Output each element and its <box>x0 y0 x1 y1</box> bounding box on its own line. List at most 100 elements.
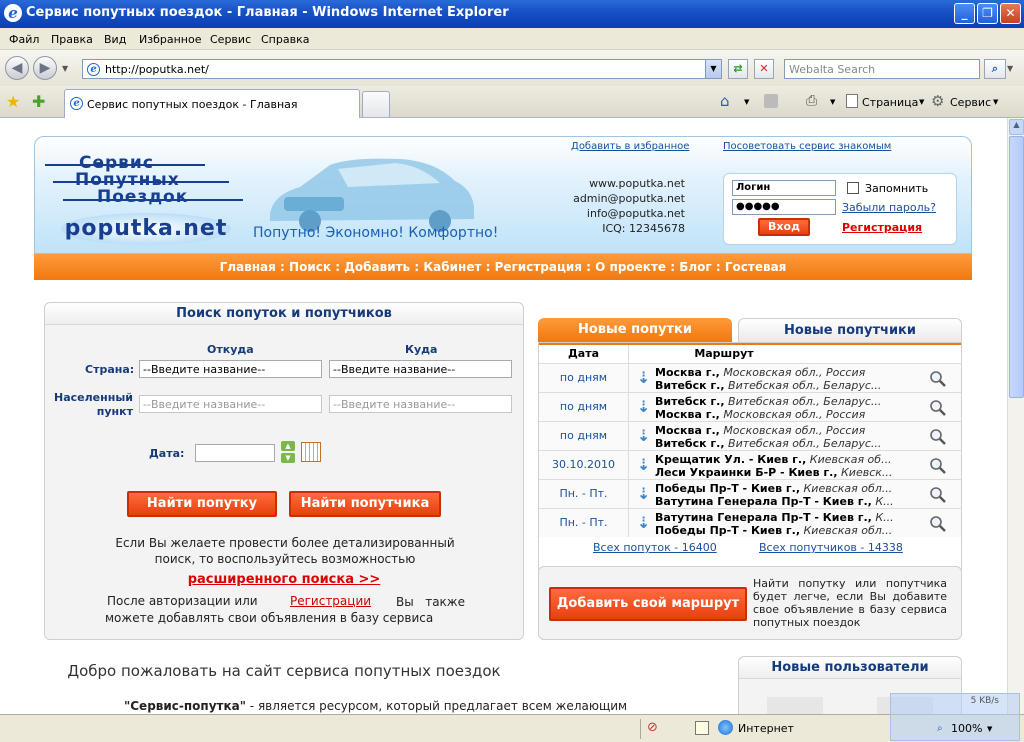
page-menu[interactable]: Страница <box>862 96 918 109</box>
ride-route[interactable]: Москва г., Московская обл., Россия Витебс… <box>655 366 929 392</box>
refresh-icon[interactable]: ⇄ <box>728 59 748 79</box>
ride-route[interactable]: Москва г., Московская обл., Россия Витебс… <box>655 424 929 450</box>
ride-route[interactable]: Витебск г., Витебская обл., Беларус... Мо… <box>655 395 929 421</box>
recommend-link[interactable]: Посоветовать сервис знакомым <box>723 141 891 152</box>
maximize-button[interactable]: ❐ <box>977 3 998 24</box>
menu-view[interactable]: Вид <box>104 33 126 46</box>
home-icon[interactable]: ⌂ <box>720 92 730 110</box>
vertical-scrollbar[interactable]: ▲ <box>1007 118 1024 714</box>
close-button[interactable]: ✕ <box>1000 3 1021 24</box>
calendar-icon[interactable] <box>301 442 321 462</box>
print-icon[interactable]: ⎙ <box>806 93 817 109</box>
magnifier-icon[interactable] <box>929 457 947 475</box>
search-options-icon[interactable]: ▼ <box>1007 64 1013 73</box>
date-down-icon[interactable]: ▼ <box>281 453 295 463</box>
tools-dropdown-icon[interactable]: ▼ <box>993 98 998 106</box>
privacy-icon[interactable]: ⊘ <box>647 720 658 735</box>
menu-edit[interactable]: Правка <box>51 33 93 46</box>
date-stepper[interactable]: ▲ ▼ <box>281 441 295 463</box>
nav-home[interactable]: Главная <box>220 260 276 274</box>
new-tab-button[interactable] <box>362 91 390 117</box>
nav-guestbook[interactable]: Гостевая <box>725 260 787 274</box>
favorites-star-icon[interactable]: ★ <box>6 92 20 111</box>
search-input[interactable]: Webalta Search <box>784 59 980 79</box>
login-input[interactable]: Логин <box>732 180 836 196</box>
menu-file[interactable]: Файл <box>9 33 39 46</box>
tab-active[interactable]: e Сервис попутных поездок - Главная <box>64 89 360 118</box>
magnifier-icon[interactable] <box>929 486 947 504</box>
ride-row[interactable]: по дням ⇣ Москва г., Московская обл., Росс… <box>539 421 961 450</box>
route-from: Москва г., Московская обл., Россия <box>655 366 929 379</box>
magnifier-icon[interactable] <box>929 515 947 533</box>
nav-blog[interactable]: Блог <box>679 260 711 274</box>
all-rides-link[interactable]: Всех попуток - 16400 <box>593 541 717 554</box>
stop-icon[interactable]: ✕ <box>754 59 774 79</box>
menu-help[interactable]: Справка <box>261 33 309 46</box>
date-up-icon[interactable]: ▲ <box>281 441 295 451</box>
ride-route[interactable]: Крещатик Ул. - Киев г., Киевская об... Ле… <box>655 453 929 479</box>
home-dropdown-icon[interactable]: ▼ <box>744 98 749 106</box>
back-button[interactable]: ◀ <box>5 56 29 80</box>
avatar[interactable] <box>767 697 823 714</box>
tab-new-companions[interactable]: Новые попутчики <box>738 318 962 342</box>
login-button[interactable]: Вход <box>758 218 810 236</box>
address-url[interactable]: http://poputka.net/ <box>105 63 209 76</box>
tools-menu[interactable]: Сервис <box>950 96 991 109</box>
minimize-button[interactable]: _ <box>954 3 975 24</box>
rides-table-header: Дата Маршрут <box>539 343 961 363</box>
add-favorites-icon[interactable]: ✚ <box>32 92 45 111</box>
menu-tools[interactable]: Сервис <box>210 33 251 46</box>
all-companions-link[interactable]: Всех попутчиков - 14338 <box>759 541 903 554</box>
magnifier-icon[interactable] <box>929 428 947 446</box>
ride-row[interactable]: по дням ⇣ Москва г., Московская обл., Росс… <box>539 363 961 392</box>
zoom-level[interactable]: 100% <box>951 722 982 735</box>
to-country-field[interactable]: --Введите название-- <box>329 360 512 378</box>
search-icon[interactable]: ⌕ <box>984 59 1006 79</box>
password-input[interactable]: ●●●●● <box>732 199 836 215</box>
zoom-icon[interactable]: ⌕ <box>937 723 943 734</box>
nav-add[interactable]: Добавить <box>344 260 410 274</box>
to-locality-field[interactable]: --Введите название-- <box>329 395 512 413</box>
forgot-password-link[interactable]: Забыли пароль? <box>842 201 936 214</box>
status-bar: ⊘ Интернет 5 KB/s ⌕ 100% ▼ <box>0 693 1024 742</box>
advanced-search-link[interactable]: расширенного поиска >> <box>45 572 523 587</box>
ride-row[interactable]: Пн. - Пт. ⇣ Победы Пр-Т - Киев г., Киевска… <box>539 479 961 508</box>
scroll-thumb[interactable] <box>1009 136 1024 398</box>
scroll-up-icon[interactable]: ▲ <box>1009 119 1024 135</box>
find-companion-button[interactable]: Найти попутчика <box>289 491 441 517</box>
gear-icon: ⚙ <box>931 92 945 110</box>
ride-row[interactable]: Пн. - Пт. ⇣ Ватутина Генерала Пр-Т - Киев … <box>539 508 961 537</box>
forward-button[interactable]: ▶ <box>33 56 57 80</box>
from-locality-field[interactable]: --Введите название-- <box>139 395 322 413</box>
add-favorites-link[interactable]: Добавить в избранное <box>571 141 689 152</box>
remember-checkbox[interactable] <box>847 182 859 194</box>
page-dropdown-icon[interactable]: ▼ <box>919 98 924 106</box>
nav-register[interactable]: Регистрация <box>495 260 582 274</box>
date-input[interactable] <box>195 444 275 462</box>
find-ride-button[interactable]: Найти попутку <box>127 491 277 517</box>
address-dropdown-icon[interactable]: ▼ <box>705 60 721 78</box>
zoom-dropdown-icon[interactable]: ▼ <box>987 725 992 733</box>
add-route-button[interactable]: Добавить свой маршрут <box>549 587 747 621</box>
nav-cabinet[interactable]: Кабинет <box>423 260 481 274</box>
ride-row[interactable]: по дням ⇣ Витебск г., Витебская обл., Бела… <box>539 392 961 421</box>
nav-about[interactable]: О проекте <box>595 260 666 274</box>
logo-domain[interactable]: poputka.net <box>61 213 231 245</box>
print-dropdown-icon[interactable]: ▼ <box>830 98 835 106</box>
magnifier-icon[interactable] <box>929 370 947 388</box>
route-to-city: Витебск г., <box>655 437 725 450</box>
magnifier-icon[interactable] <box>929 399 947 417</box>
logo[interactable]: Сервис Попутных Поездок <box>45 153 255 211</box>
route-pin-icon: ⇣ <box>637 455 651 474</box>
register-link[interactable]: Регистрация <box>842 221 922 234</box>
address-bar[interactable]: e http://poputka.net/ ▼ <box>82 59 722 79</box>
ride-route[interactable]: Ватутина Генерала Пр-Т - Киев г., К... По… <box>655 511 929 537</box>
ride-route[interactable]: Победы Пр-Т - Киев г., Киевская обл... Ва… <box>655 482 929 508</box>
from-country-field[interactable]: --Введите название-- <box>139 360 322 378</box>
feeds-icon[interactable] <box>764 94 778 108</box>
history-dropdown-icon[interactable]: ▼ <box>62 64 68 73</box>
ride-row[interactable]: 30.10.2010 ⇣ Крещатик Ул. - Киев г., Киевс… <box>539 450 961 479</box>
nav-search[interactable]: Поиск <box>289 260 331 274</box>
menu-favorites[interactable]: Избранное <box>139 33 201 46</box>
tab-new-rides[interactable]: Новые попутки <box>538 318 732 342</box>
